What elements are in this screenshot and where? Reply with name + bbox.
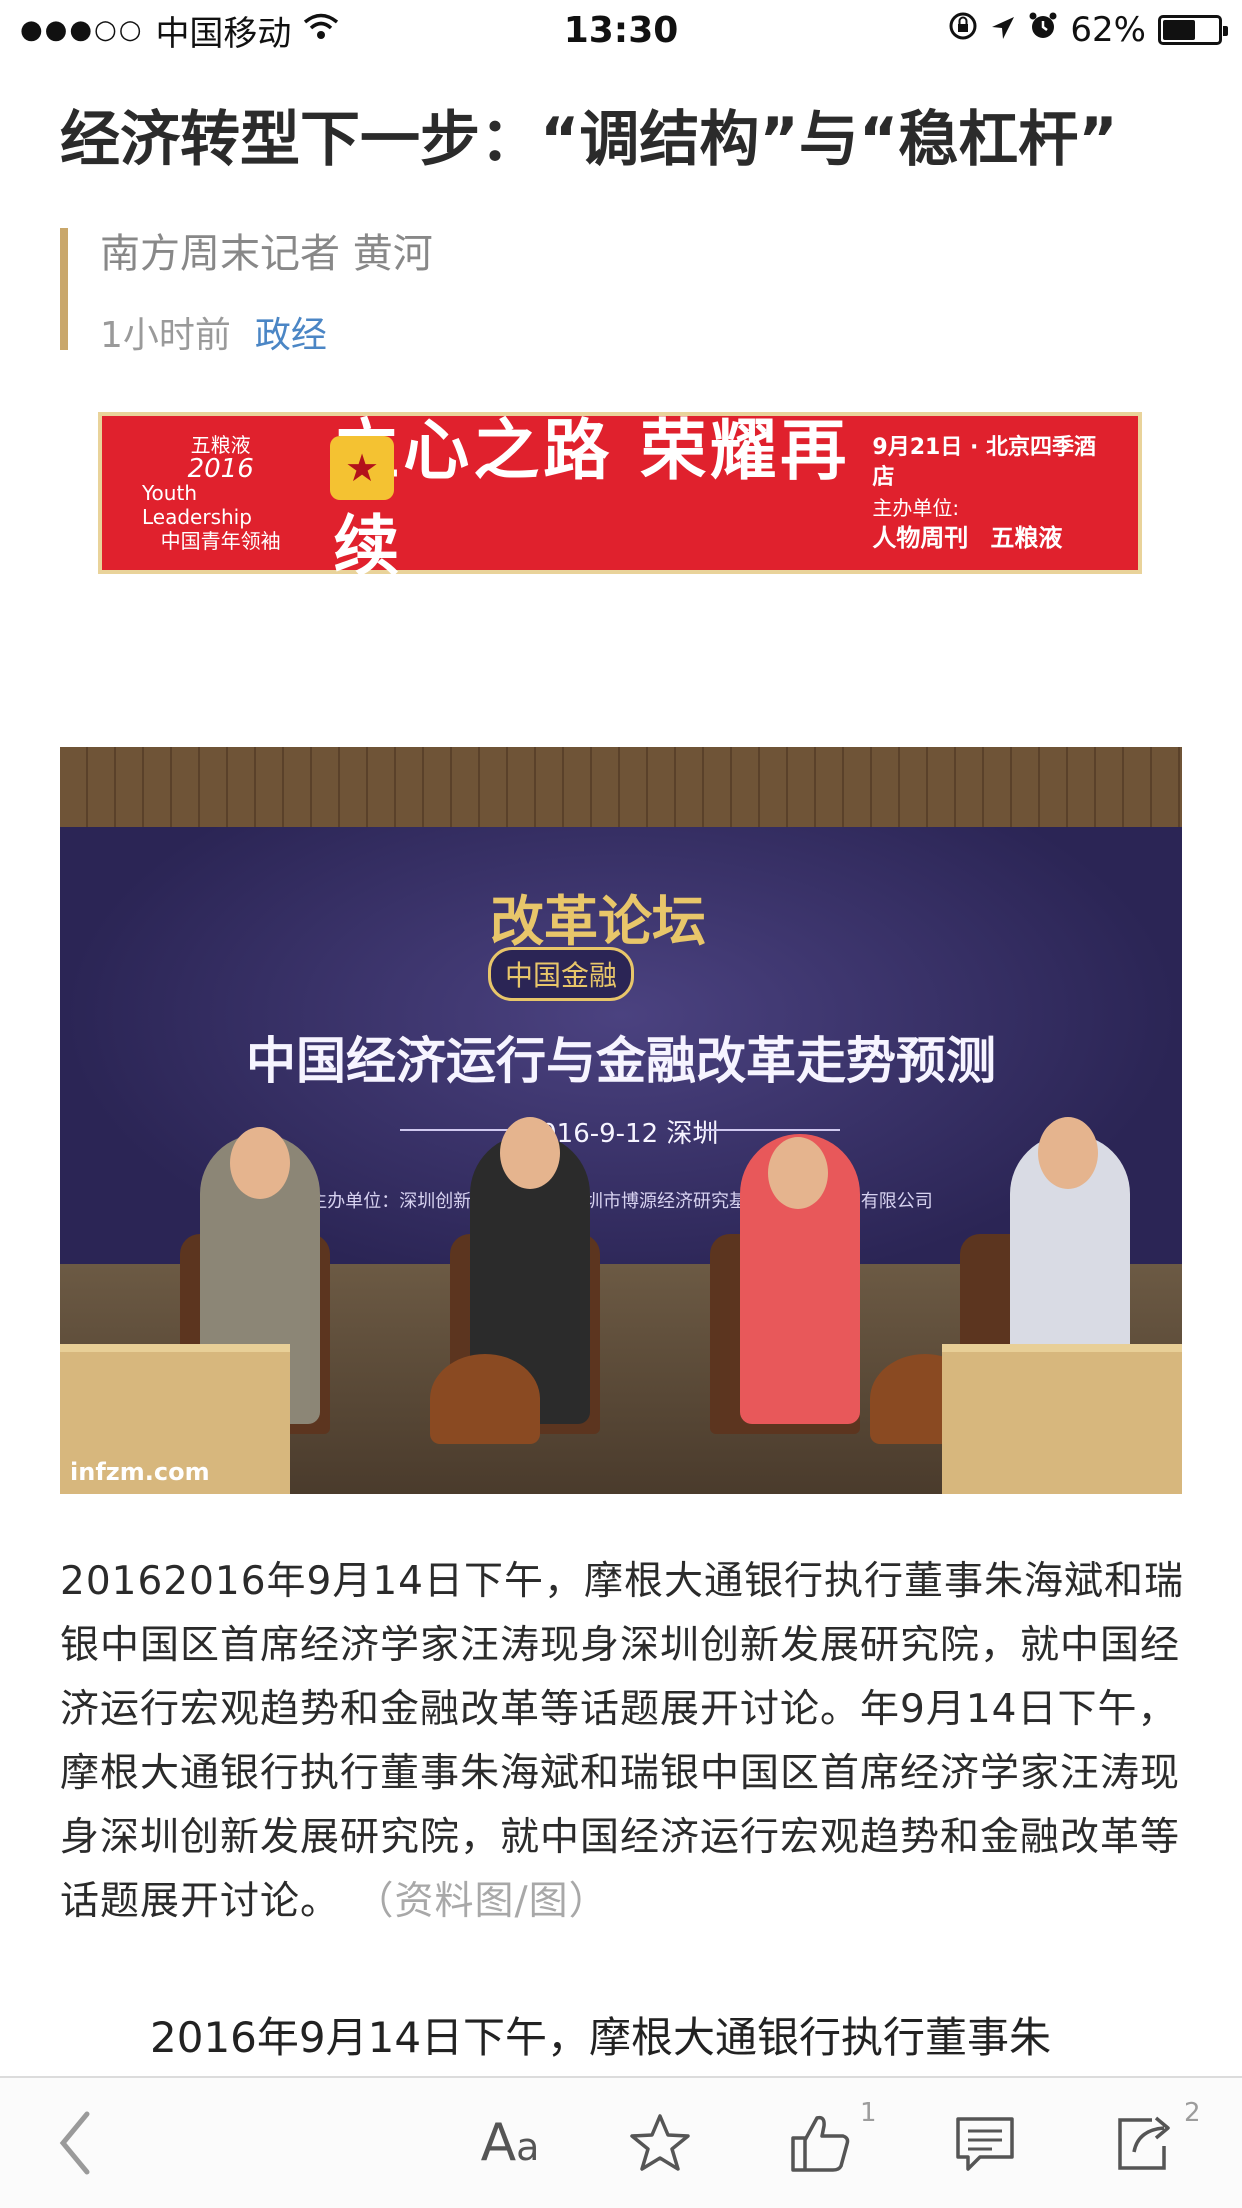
ad-sponsors: 人物周刊 五粮液 [872, 523, 1098, 553]
chevron-left-icon [59, 2111, 90, 2175]
comment-icon [956, 2117, 1014, 2171]
photo-watermark: infzm.com [70, 1458, 210, 1486]
carrier-name: 中国移动 [155, 13, 292, 54]
article-title: 经济转型下一步：“调结构”与“稳杠杆” [60, 105, 1118, 175]
status-time: 13:30 [563, 9, 679, 51]
favorite-button[interactable] [620, 2098, 700, 2188]
battery-percent: 62% [1070, 10, 1146, 50]
photo-divider-right [700, 1129, 840, 1131]
font-size-button[interactable]: Aa [460, 2098, 560, 2188]
wifi-icon [303, 10, 339, 50]
ad-slogan: 立心之路 荣耀再续 [333, 411, 851, 585]
bottom-toolbar: Aa 1 2 [0, 2076, 1242, 2208]
share-icon [1118, 2116, 1170, 2170]
photo-caption: 20162016年9月14日下午，摩根大通银行执行董事朱海斌和瑞银中国区首席经济… [60, 1550, 1210, 1934]
ad-sponsor-2: 五粮液 [990, 524, 1063, 552]
status-bar: ●●●○○ 中国移动 13:30 62% [0, 0, 1242, 60]
star-icon [630, 2114, 690, 2171]
ad-year: 2016 [187, 454, 254, 484]
photo-speaker-head [500, 1117, 560, 1189]
alarm-icon [1028, 10, 1058, 50]
ad-info: 9月21日 · 北京四季酒店 主办单位: 人物周刊 五粮液 [872, 433, 1098, 553]
photo-forum-tag: 中国金融 [488, 947, 635, 1001]
ad-host-label: 主办单位: [872, 496, 960, 520]
share-button[interactable] [1105, 2098, 1185, 2188]
article-body-paragraph: 2016年9月14日下午，摩根大通银行执行董事朱 [150, 2013, 1052, 2062]
ad-sponsor-1: 人物周刊 [872, 524, 969, 552]
photo-side-table [430, 1354, 540, 1444]
signal-strength-icon: ●●●○○ [20, 15, 144, 45]
article-photo[interactable]: 改革论坛 中国金融 中国经济运行与金融改革走势预测 2016-9-12 深圳 主… [60, 747, 1182, 1494]
ad-banner[interactable]: 五粮液 2016 Youth Leadership 中国青年领袖 ★ 立心之路 … [98, 411, 1142, 585]
photo-speaker-head [230, 1127, 290, 1199]
photo-speaker-head [768, 1137, 828, 1209]
article-time: 1小时前 [100, 315, 231, 356]
font-size-icon: Aa [480, 2113, 540, 2173]
article-author: 南方周末记者 黄河 [100, 231, 433, 277]
battery-level [1163, 20, 1195, 40]
share-count: 2 [1184, 2098, 1201, 2128]
photo-headline: 中国经济运行与金融改革走势预测 [246, 1032, 996, 1090]
photo-desk [942, 1344, 1182, 1494]
like-button[interactable] [780, 2098, 860, 2188]
orientation-lock-icon [948, 10, 978, 50]
ad-program: 中国青年领袖 [160, 529, 281, 553]
ad-date-venue: 9月21日 · 北京四季酒店 [872, 435, 1097, 490]
caption-source: （资料图/图） [374, 1879, 609, 1924]
comment-button[interactable] [945, 2098, 1025, 2188]
ad-english: Youth Leadership [142, 481, 252, 529]
category-link[interactable]: 政经 [255, 306, 327, 358]
status-right: 62% [948, 10, 1228, 50]
thumbs-up-icon [791, 2115, 850, 2172]
like-count: 1 [860, 2098, 877, 2128]
location-arrow-icon [990, 10, 1016, 50]
trophy-icon: ★ [330, 436, 394, 500]
battery-icon [1158, 15, 1228, 45]
photo-ceiling [60, 747, 1182, 827]
caption-text: 20162016年9月14日下午，摩根大通银行执行董事朱海斌和瑞银中国区首席经济… [60, 1559, 1184, 1924]
photo-speaker-head [1038, 1117, 1098, 1189]
ad-brand-block: 五粮液 2016 Youth Leadership 中国青年领袖 [142, 433, 299, 553]
photo-forum-name: 改革论坛 [490, 889, 706, 953]
back-button[interactable] [40, 2098, 110, 2188]
article-meta: 南方周末记者 黄河 1小时前 政经 [60, 228, 433, 356]
status-left: ●●●○○ 中国移动 [20, 6, 339, 55]
article-meta-line: 1小时前 政经 [100, 306, 433, 358]
